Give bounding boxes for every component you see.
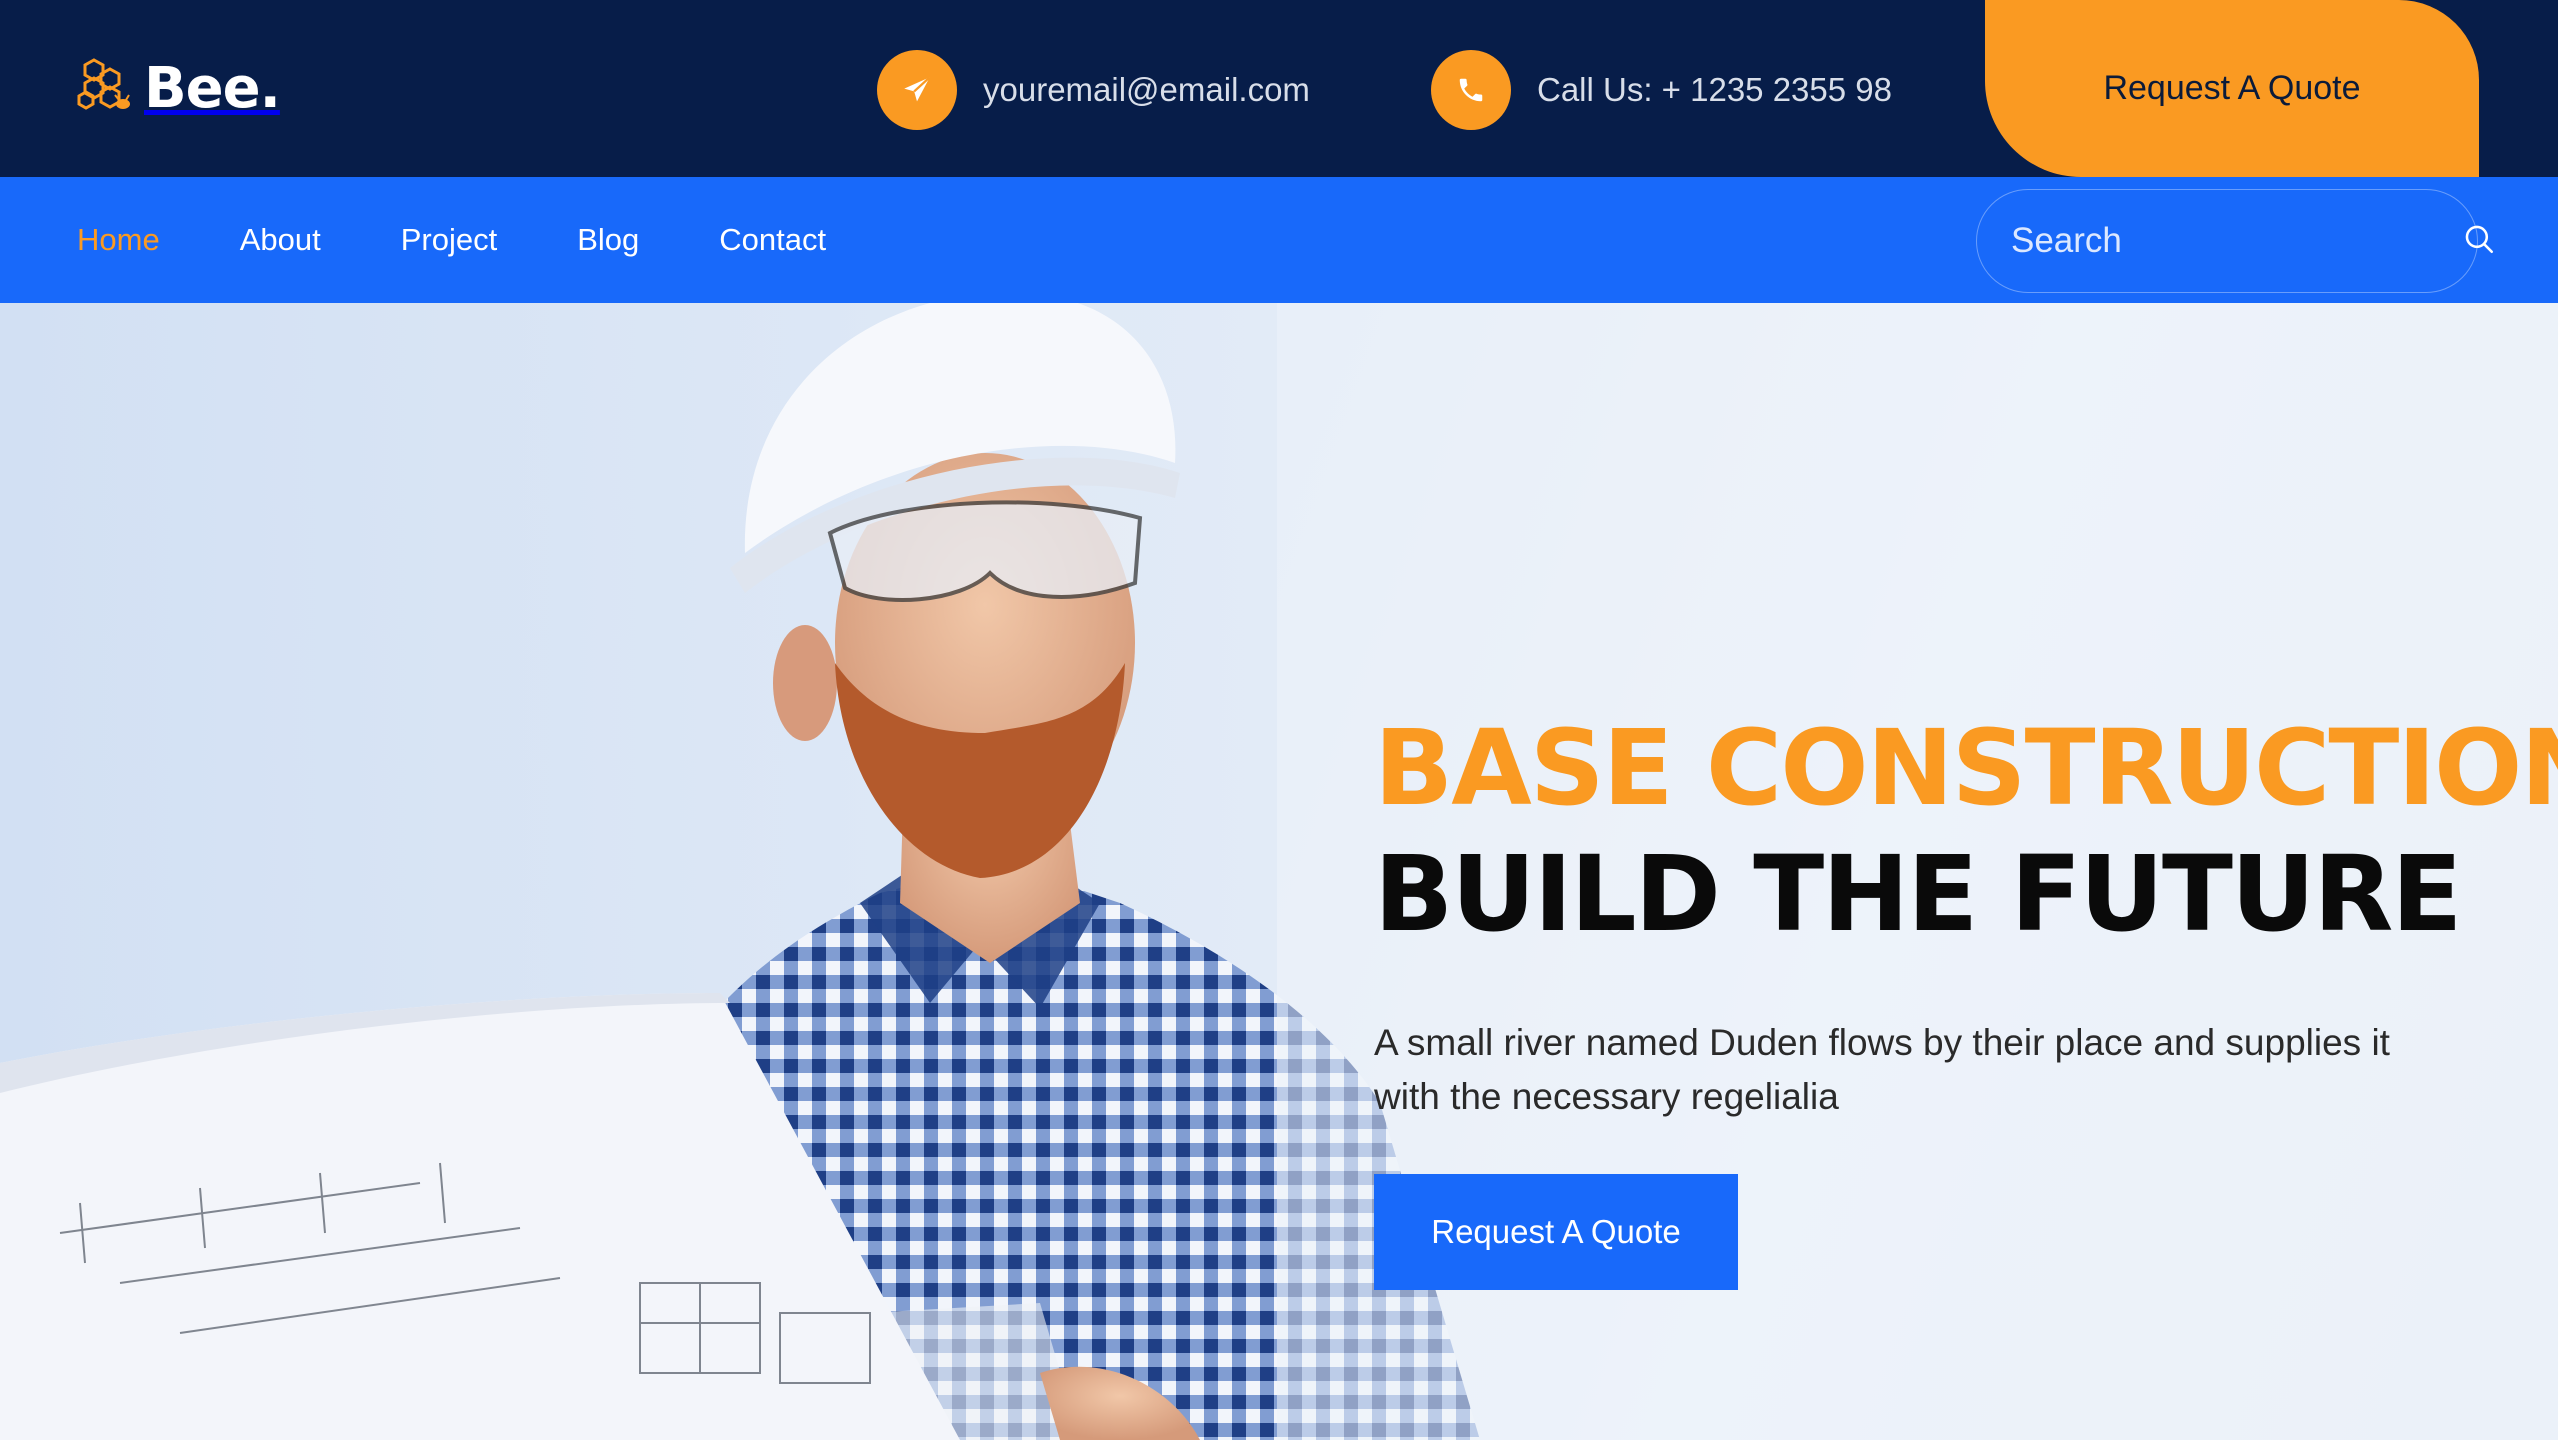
request-quote-hero-button[interactable]: Request A Quote — [1374, 1174, 1738, 1290]
logo-text: Bee. — [144, 55, 281, 121]
construction-worker-image — [0, 303, 1480, 1440]
main-nav: Home About Project Blog Contact — [0, 177, 2558, 303]
nav-item-contact[interactable]: Contact — [719, 222, 826, 258]
logo[interactable]: Bee. — [76, 55, 281, 121]
nav-item-home[interactable]: Home — [77, 222, 160, 258]
nav-links: Home About Project Blog Contact — [77, 177, 906, 303]
search-input[interactable] — [2011, 221, 2462, 261]
honeycomb-icon — [76, 56, 134, 121]
hero-section: BASE CONSTRUCTION BUILD THE FUTURE A sma… — [0, 303, 2558, 1440]
phone-icon — [1431, 50, 1511, 130]
email-link[interactable]: youremail@email.com — [983, 71, 1310, 109]
hero-headline-secondary: BUILD THE FUTURE — [1374, 833, 2462, 955]
search-box — [1976, 189, 2494, 293]
phone-contact: Call Us: + 1235 2355 98 — [1431, 50, 1892, 130]
search-icon[interactable] — [2462, 222, 2496, 261]
hero-headline-primary: BASE CONSTRUCTION — [1374, 707, 2558, 829]
phone-link[interactable]: Call Us: + 1235 2355 98 — [1537, 71, 1892, 109]
nav-item-blog[interactable]: Blog — [577, 222, 639, 258]
nav-item-project[interactable]: Project — [401, 222, 497, 258]
paper-plane-icon — [877, 50, 957, 130]
top-bar: Bee. youremail@email.com Call Us: + 1235… — [0, 0, 2558, 177]
email-contact: youremail@email.com — [877, 50, 1310, 130]
hero-content: BASE CONSTRUCTION BUILD THE FUTURE A sma… — [1374, 707, 2558, 1290]
hero-description: A small river named Duden flows by their… — [1374, 1022, 2390, 1117]
page: Bee. youremail@email.com Call Us: + 1235… — [0, 0, 2558, 1440]
nav-item-about[interactable]: About — [240, 222, 321, 258]
request-quote-top-button[interactable]: Request A Quote — [1985, 0, 2479, 177]
